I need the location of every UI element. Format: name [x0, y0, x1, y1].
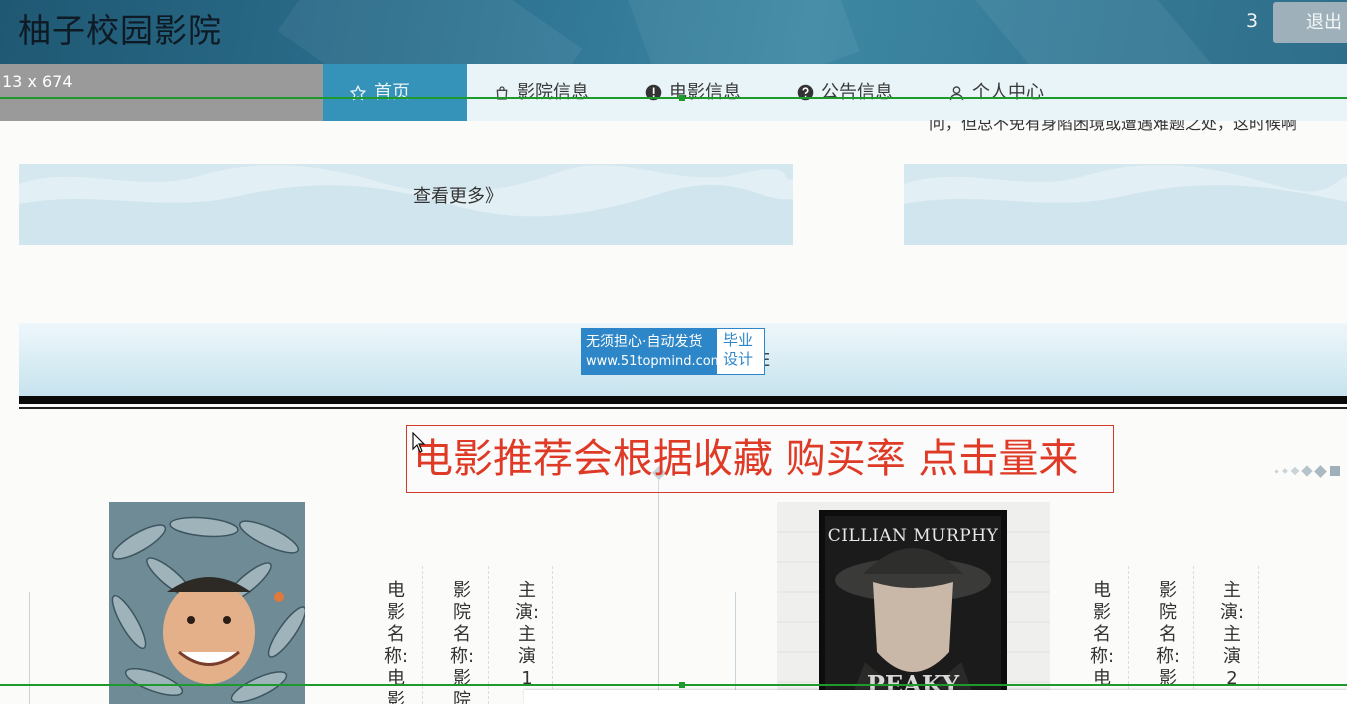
guide-handle-top[interactable] — [679, 95, 685, 101]
nav-label-home: 首页 — [374, 81, 410, 103]
nav-label-notice: 公告信息 — [821, 81, 893, 103]
movie-2-actor: 主演:主演2 — [1220, 580, 1245, 689]
nav-item-movie[interactable]: 电影信息 — [645, 64, 741, 121]
diamond-decoration — [1274, 464, 1340, 478]
movie-poster-2[interactable]: CILLIAN MURPHY PEAKY — [777, 502, 1050, 704]
nav-item-notice[interactable]: 公告信息 — [797, 64, 893, 121]
nav-label-movie: 电影信息 — [669, 81, 741, 103]
center-divider-line — [658, 480, 659, 704]
guide-line-top — [0, 97, 1347, 99]
ad-tag2: 设计 — [723, 350, 754, 368]
site-header: 柚子校园影院 3 退出 — [0, 0, 1347, 64]
notice-snippet: 问，但总不免有身陷困境或遭遇难题之处，这时候啊 — [929, 120, 1298, 133]
ad-tag1: 毕业 — [723, 331, 754, 349]
guide-handle-bottom[interactable] — [679, 682, 685, 688]
nav-strip — [467, 64, 1347, 121]
wave-panel-right — [904, 164, 1347, 245]
logout-button[interactable]: 退出 — [1273, 2, 1347, 43]
nav-label-profile: 个人中心 — [972, 81, 1044, 103]
mouse-cursor-icon — [412, 431, 426, 458]
ad-url: www.51topmind.com — [586, 354, 724, 369]
left-divider-line — [29, 592, 30, 704]
fish-poster-image — [109, 502, 305, 704]
view-more-link[interactable]: 查看更多》 — [413, 182, 503, 208]
movie-2-name: 电影名称:电 — [1090, 580, 1115, 689]
ad-line1: 无须担心·自动发货 — [586, 334, 703, 350]
mid-divider-line — [735, 592, 736, 704]
movie-1-actor: 主演:主演1 — [515, 580, 540, 689]
recommend-note: 电影推荐会根据收藏 购买率 点击量来 — [406, 425, 1114, 493]
divider-thick — [19, 396, 1347, 404]
size-readout: 13 x 674 — [2, 72, 73, 91]
divider-thin — [19, 407, 1347, 409]
poster-caption: CILLIAN MURPHY — [827, 526, 999, 546]
nav-item-home[interactable]: 首页 — [323, 64, 467, 121]
nav-label-cinema: 影院信息 — [517, 81, 589, 103]
bottom-panel — [524, 690, 1347, 704]
nav-item-profile[interactable]: 个人中心 — [948, 64, 1044, 121]
nav-item-cinema[interactable]: 影院信息 — [494, 64, 589, 121]
guide-line-bottom — [0, 684, 1347, 686]
wave-panel-left — [19, 164, 793, 245]
movie-poster-1[interactable] — [109, 502, 305, 704]
site-title: 柚子校园影院 — [18, 11, 222, 50]
user-number: 3 — [1246, 10, 1259, 32]
ad-badge[interactable]: 无须担心·自动发货 www.51topmind.com 毕业 设计 — [581, 328, 765, 375]
movie-2-cinema: 影院名称:影 — [1156, 580, 1181, 689]
